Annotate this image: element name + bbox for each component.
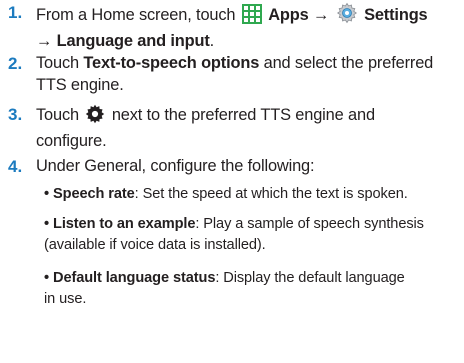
step-2-prefix: Touch [36, 54, 79, 72]
desc-line2: (available if voice data is installed). [44, 237, 266, 253]
step-number: 1. [8, 3, 23, 22]
bullet: • [44, 216, 50, 232]
term: Default language status [53, 270, 216, 286]
step-3-prefix: Touch [36, 106, 79, 124]
step-2-line2: TTS engine. [36, 75, 124, 94]
desc-line2: in use. [44, 291, 87, 307]
step-1-prefix: From a Home screen, touch [36, 6, 236, 24]
desc: : Set the speed at which the text is spo… [134, 186, 408, 202]
document-page: 1. From a Home screen, touch Apps → Sett… [0, 0, 464, 363]
step-1-end: . [209, 31, 215, 50]
step-number: 3. [8, 105, 23, 124]
step-3-line2: configure. [36, 131, 107, 150]
step-text: Touch Text-to-speech options and select … [36, 53, 458, 96]
step-number: 2. [8, 54, 23, 73]
step-3-rest: next to the preferred TTS engine and [111, 106, 375, 124]
step-2-rest: and select the preferred [263, 54, 434, 72]
settings-gear-icon [336, 2, 358, 31]
step-number: 4. [8, 157, 23, 176]
cog-icon [85, 104, 105, 131]
term: Speech rate [53, 186, 135, 202]
step-text: Touch next to the preferred TTS engine a… [36, 104, 458, 152]
arrow-2: → [36, 31, 53, 50]
sub-item-listen-example: • Listen to an example: Play a sample of … [44, 214, 458, 256]
settings-label: Settings [364, 6, 428, 24]
sub-item-speech-rate: • Speech rate: Set the speed at which the… [44, 184, 458, 205]
step-text: Under General, configure the following: [36, 157, 315, 175]
language-label: Language and input [56, 31, 210, 50]
bullet: • [44, 270, 50, 286]
desc: : Display the default language [215, 270, 405, 286]
sub-item-default-language: • Default language status: Display the de… [44, 268, 458, 310]
desc: : Play a sample of speech synthesis [195, 216, 424, 232]
tts-options-label: Text-to-speech options [83, 54, 260, 72]
apps-grid-icon [241, 4, 262, 31]
step-text: From a Home screen, touch Apps → Setting… [36, 2, 458, 52]
apps-label: Apps [268, 6, 309, 24]
bullet: • [44, 186, 50, 202]
term: Listen to an example [53, 216, 196, 232]
arrow: → [313, 6, 330, 24]
